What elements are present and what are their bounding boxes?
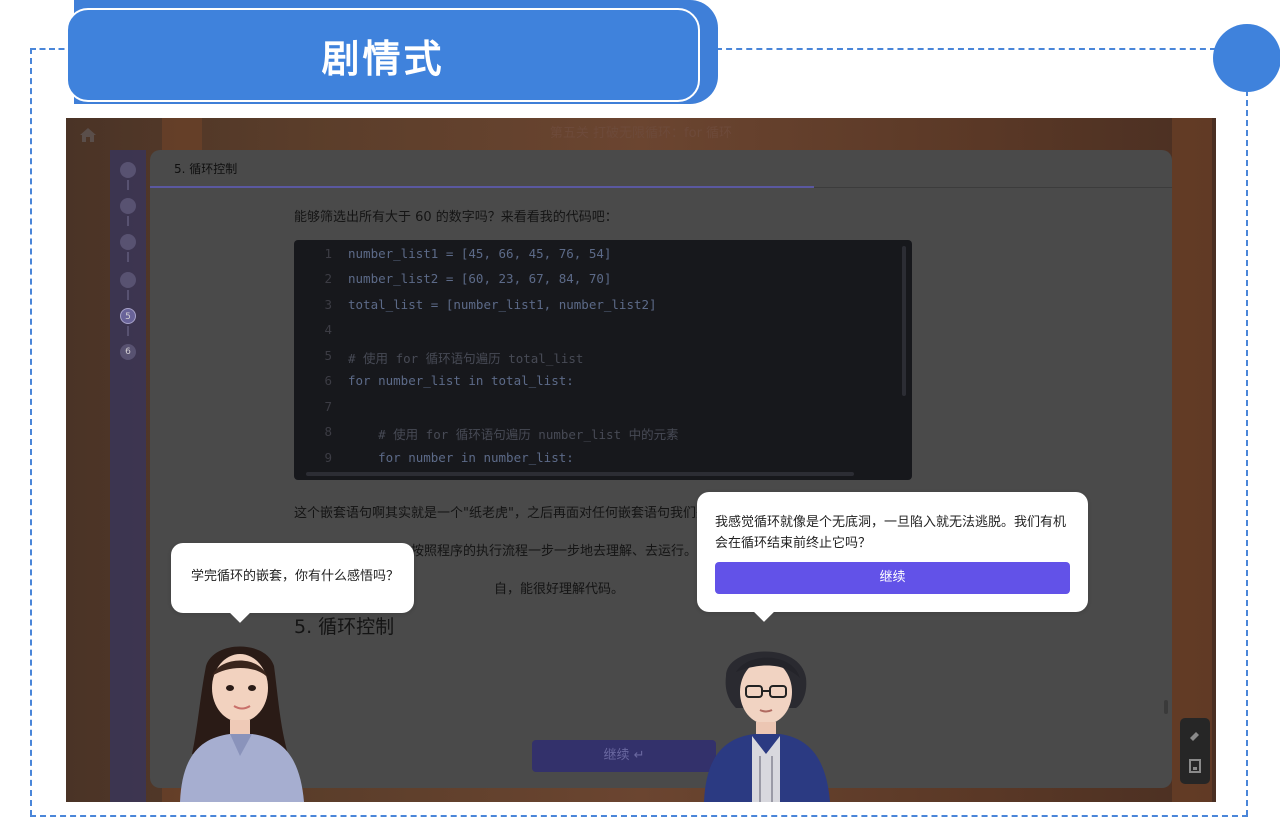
code-text: total_list = [number_list1, number_list2…: [348, 297, 657, 312]
level-title: 第五关 打破无限循环：for 循环: [549, 126, 733, 141]
frame-border-top-right: [716, 48, 1216, 50]
dialog-continue-button[interactable]: 继续: [715, 562, 1070, 594]
frame-border-left: [30, 48, 32, 816]
boy-speech-bubble: 我感觉循环就像是个无底洞，一旦陷入就无法逃脱。我们有机会在循环结束前终止它吗？ …: [697, 492, 1088, 622]
line-number: 3: [324, 297, 332, 312]
progress-connector: [127, 216, 129, 226]
line-number: 9: [324, 450, 332, 465]
line-number: 8: [324, 424, 332, 439]
panel-header: 5. 循环控制: [150, 150, 1172, 188]
progress-connector: [127, 290, 129, 300]
line-number: 6: [324, 373, 332, 388]
code-vertical-scrollbar[interactable]: [902, 246, 906, 396]
code-line: 7: [294, 399, 904, 424]
progress-step-1[interactable]: [120, 162, 136, 178]
scene-pillar: [1172, 118, 1212, 802]
code-text: for number in number_list:: [348, 450, 574, 465]
code-line: 2 number_list2 = [60, 23, 67, 84, 70]: [294, 271, 904, 296]
paragraph-line: 这个嵌套语句啊其实就是一个"纸老虎"，之后再面对任何嵌套语句我们完: [294, 506, 709, 521]
code-line: 1 number_list1 = [45, 66, 45, 76, 54]: [294, 246, 904, 271]
progress-connector: [127, 326, 129, 336]
eraser-icon[interactable]: [1187, 728, 1203, 744]
code-text: number_list2 = [60, 23, 67, 84, 70]: [348, 271, 612, 286]
progress-step-5[interactable]: 5: [120, 308, 136, 324]
progress-step-3[interactable]: [120, 234, 136, 250]
boy-character: [704, 651, 830, 802]
page: 剧情式 第五关 打破无限循环：for 循环 5 6 5. 循环控制 能够筛选出所…: [0, 0, 1280, 819]
title-banner: 剧情式: [66, 8, 700, 102]
code-line: 6 for number_list in total_list:: [294, 373, 904, 398]
line-number: 2: [324, 271, 332, 286]
code-line: 4: [294, 322, 904, 347]
code-line: 8 # 使用 for 循环语句遍历 number_list 中的元素: [294, 424, 904, 449]
code-text: number_list1 = [45, 66, 45, 76, 54]: [348, 246, 612, 261]
code-comment: # 使用 for 循环语句遍历 number_list 中的元素: [348, 427, 679, 442]
home-icon[interactable]: [80, 128, 96, 142]
progress-connector: [127, 252, 129, 262]
progress-connector: [127, 180, 129, 190]
progress-rail: 5 6: [110, 150, 146, 802]
intro-text: 能够筛选出所有大于 60 的数字吗？来看看我的代码吧：: [294, 210, 618, 225]
save-icon[interactable]: [1187, 758, 1203, 774]
line-number: 1: [324, 246, 332, 261]
line-number: 7: [324, 399, 332, 414]
panel-scrollbar[interactable]: [1164, 700, 1168, 714]
panel-continue-button[interactable]: 继续 ↵: [532, 740, 716, 772]
frame-border-bottom: [30, 815, 1248, 817]
boy-dialog-text: 我感觉循环就像是个无底洞，一旦陷入就无法逃脱。我们有机会在循环结束前终止它吗？: [715, 515, 1067, 551]
progress-step-2[interactable]: [120, 198, 136, 214]
decorative-circle: [1213, 24, 1280, 92]
frame-border-right: [1246, 80, 1248, 816]
panel-header-title: 5. 循环控制: [174, 162, 238, 176]
progress-step-6[interactable]: 6: [120, 344, 136, 360]
panel-progress-bar: [150, 186, 814, 188]
code-text: for number_list in total_list:: [348, 373, 574, 388]
code-horizontal-scrollbar[interactable]: [306, 472, 854, 476]
code-line: 5 # 使用 for 循环语句遍历 total_list: [294, 348, 904, 373]
code-comment: # 使用 for 循环语句遍历 total_list: [348, 351, 584, 366]
progress-step-4[interactable]: [120, 272, 136, 288]
section-heading: 5. 循环控制: [294, 616, 395, 638]
girl-character: [180, 646, 304, 802]
line-number: 4: [324, 322, 332, 337]
side-toolbar: [1180, 718, 1210, 784]
paragraph-line: 自，能很好理解代码。: [494, 582, 625, 597]
code-block: 1 number_list1 = [45, 66, 45, 76, 54] 2 nu…: [294, 240, 912, 480]
line-number: 5: [324, 348, 332, 363]
banner-title: 剧情式: [321, 36, 445, 81]
girl-speech-bubble: 学完循环的嵌套，你有什么感悟吗？: [171, 543, 414, 623]
code-line: 3 total_list = [number_list1, number_list…: [294, 297, 904, 322]
girl-dialog-text: 学完循环的嵌套，你有什么感悟吗？: [191, 569, 400, 584]
